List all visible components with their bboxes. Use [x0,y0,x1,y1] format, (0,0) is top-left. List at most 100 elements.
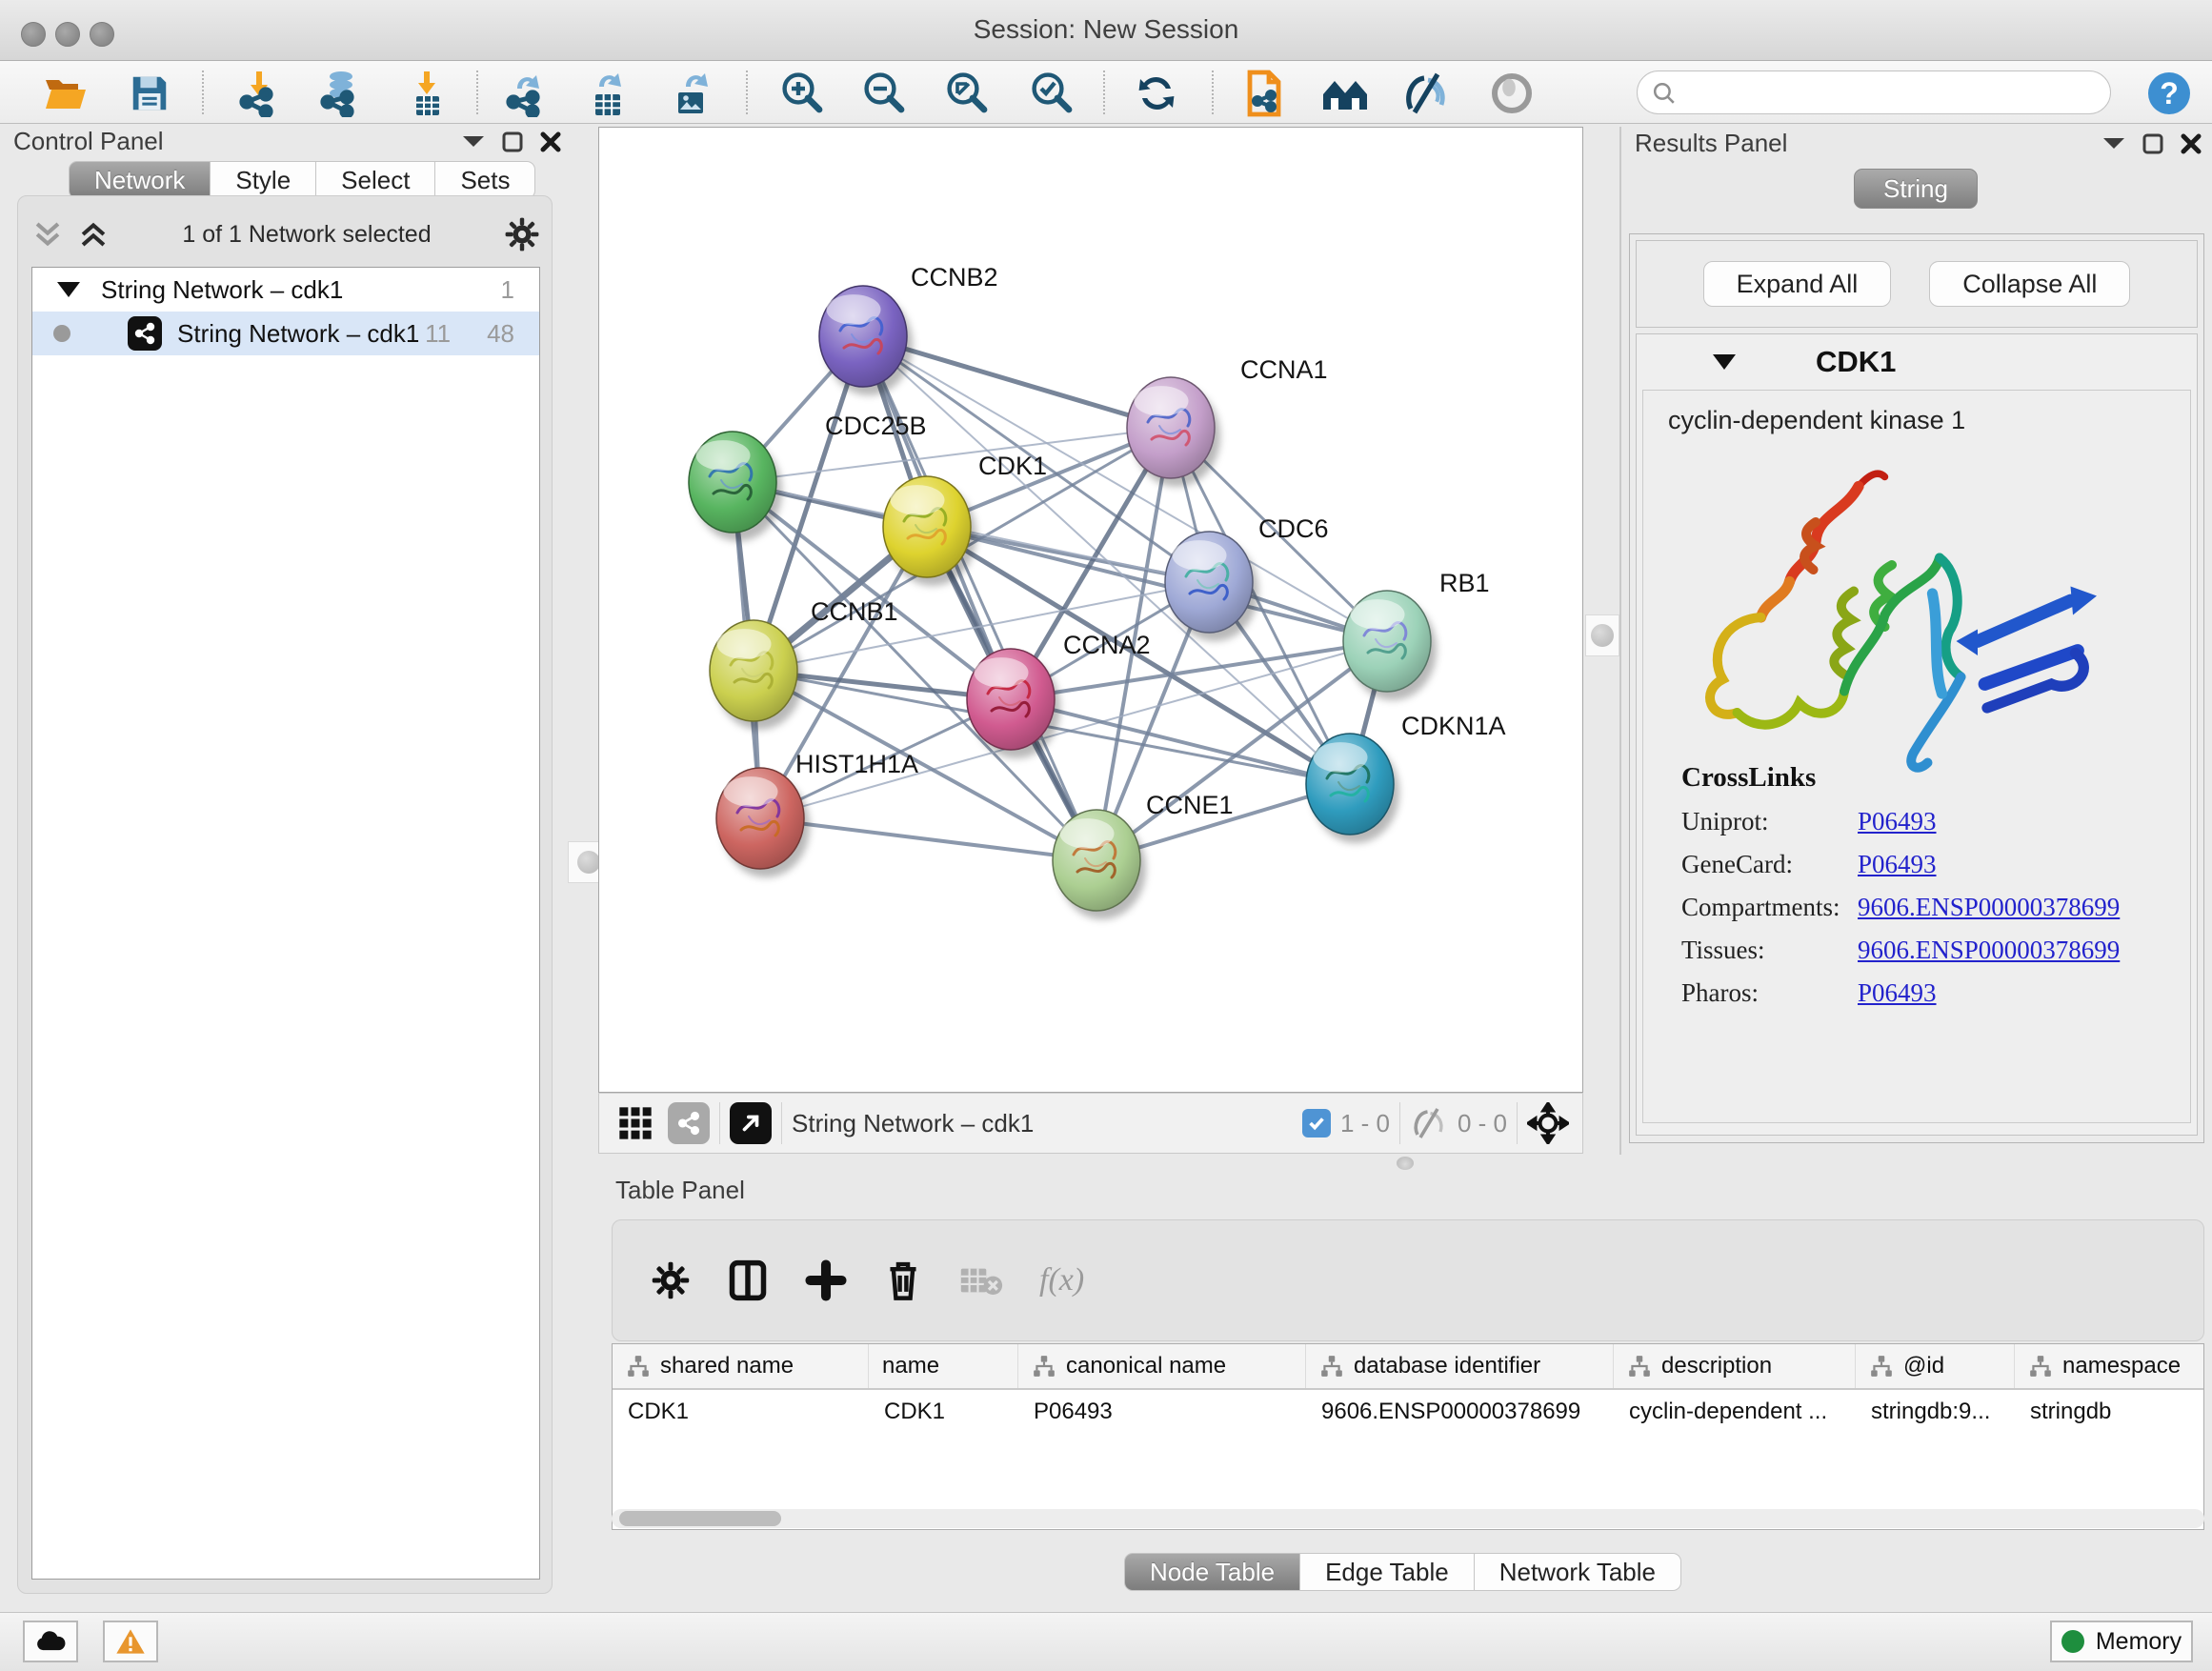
results-panel-splitter-handle[interactable] [1585,614,1619,656]
node-label-RB1: RB1 [1439,569,1490,597]
node-HIST1H1A[interactable] [716,768,810,877]
eye-slash-icon [1401,70,1451,116]
network-node-count: 11 [425,319,451,349]
export-image-button[interactable] [665,69,720,118]
tab-sets[interactable]: Sets [435,161,535,199]
tab-edge-table[interactable]: Edge Table [1300,1553,1475,1591]
network-collection-row[interactable]: String Network – cdk1 1 [32,268,539,312]
crosslink-link[interactable]: P06493 [1858,850,1937,879]
collapse-all-icon[interactable] [31,220,64,249]
tab-select[interactable]: Select [316,161,435,199]
homes-icon [1319,71,1371,115]
table-cell: CDK1 [613,1399,869,1425]
zoom-in-button[interactable] [774,69,829,118]
control-panel-tabs: NetworkStyleSelectSets [69,161,535,199]
column-header--id[interactable]: @id [1856,1344,2015,1388]
zoom-selected-button[interactable] [1023,69,1078,118]
cloud-status-button[interactable] [23,1621,78,1662]
expand-all-button[interactable]: Expand All [1703,261,1892,307]
tab-network-table[interactable]: Network Table [1475,1553,1681,1591]
selected-count: 1 - 0 [1340,1109,1390,1138]
node-CCNE1[interactable] [1053,810,1146,919]
network-view-title: String Network – cdk1 [792,1109,1034,1138]
node-CDC6[interactable] [1165,532,1258,641]
protein-section-expander-icon[interactable] [1713,354,1736,370]
export-table-button[interactable] [580,69,635,118]
collection-expander-icon[interactable] [57,282,80,297]
expand-all-icon[interactable] [77,220,110,249]
table-options-gear-icon[interactable] [651,1260,691,1300]
open-session-button[interactable] [38,69,93,118]
crosslink-link[interactable]: 9606.ENSP00000378699 [1858,893,2120,922]
float-panel-icon[interactable] [461,134,486,150]
network-graph[interactable]: CCNB2CCNA1CDC25BCDK1CDC6RB1CCNB1CCNA2CDK… [599,128,1582,1092]
control-panel-title: Control Panel [13,127,164,156]
network-tree: String Network – cdk1 1 String Network –… [31,267,540,1580]
node-CDK1[interactable] [883,476,976,586]
network-row[interactable]: String Network – cdk1 11 48 [32,312,539,355]
crosslink-row: Tissues:9606.ENSP00000378699 [1681,936,2120,965]
grid-view-icon[interactable] [616,1104,654,1142]
zoom-out-button[interactable] [855,69,911,118]
toolbar-separator [476,70,478,114]
open-session-from-cloud-button[interactable] [1236,69,1291,118]
network-canvas[interactable]: CCNB2CCNA1CDC25BCDK1CDC6RB1CCNB1CCNA2CDK… [598,127,1583,1093]
selected-count-checkbox[interactable] [1302,1109,1331,1137]
table-panel-splitter-handle[interactable] [1384,1155,1426,1172]
warnings-button[interactable] [103,1621,158,1662]
node-CCNA1[interactable] [1127,377,1220,487]
edge-RB1-HIST1H1A[interactable] [760,641,1387,818]
node-CCNB2[interactable] [819,286,913,395]
memory-button[interactable]: Memory [2050,1621,2193,1662]
network-type-view-icon[interactable] [668,1102,710,1144]
import-network-file-button[interactable] [231,69,287,118]
node-CDC25B[interactable] [689,432,782,541]
maximize-panel-icon[interactable] [501,131,524,153]
show-graphics-details-button[interactable] [1484,69,1539,118]
hide-graphics-details-button[interactable] [1398,69,1454,118]
node-label-CCNA1: CCNA1 [1240,355,1328,384]
crosslink-link[interactable]: P06493 [1858,978,1937,1008]
export-network-button[interactable] [498,69,553,118]
float-panel-icon[interactable] [2101,136,2126,151]
network-options-gear-icon[interactable] [504,216,540,252]
import-table-file-button[interactable] [399,69,454,118]
crosslink-link[interactable]: P06493 [1858,807,1937,836]
column-header-shared-name[interactable]: shared name [613,1344,869,1388]
tab-network[interactable]: Network [69,161,211,199]
import-network-database-button[interactable] [312,69,368,118]
column-header-name[interactable]: name [869,1344,1018,1388]
control-panel: Control Panel NetworkStyleSelectSets 1 o… [8,127,562,1602]
birds-eye-navigator-icon[interactable] [1527,1102,1569,1144]
crosslink-link[interactable]: 9606.ENSP00000378699 [1858,936,2120,965]
column-header-canonical-name[interactable]: canonical name [1018,1344,1306,1388]
close-panel-icon[interactable] [539,131,562,153]
delete-column-trash-icon[interactable] [883,1259,923,1301]
column-header-namespace[interactable]: namespace [2015,1344,2204,1388]
network-type-icon [128,316,162,351]
fit-content-button[interactable] [938,69,994,118]
tab-node-table[interactable]: Node Table [1124,1553,1300,1591]
collapse-all-button[interactable]: Collapse All [1929,261,2130,307]
maximize-panel-icon[interactable] [2142,132,2164,155]
show-columns-icon[interactable] [727,1259,769,1301]
node-table[interactable]: shared namenamecanonical namedatabase id… [612,1343,2204,1530]
search-input[interactable] [1637,70,2111,114]
close-panel-icon[interactable] [2180,132,2202,155]
column-header-description[interactable]: description [1614,1344,1856,1388]
table-row[interactable]: CDK1CDK1P064939606.ENSP00000378699cyclin… [613,1390,2203,1434]
home-button[interactable] [1317,69,1373,118]
column-header-database-identifier[interactable]: database identifier [1306,1344,1614,1388]
table-horizontal-scrollbar[interactable] [612,1509,2204,1528]
node-RB1[interactable] [1343,591,1437,700]
edge-HIST1H1A-CCNE1[interactable] [760,818,1096,860]
tab-string[interactable]: String [1854,169,1978,209]
node-CCNB1[interactable] [710,620,803,730]
save-session-button[interactable] [122,69,177,118]
node-CDKN1A[interactable] [1306,734,1399,843]
refresh-view-button[interactable] [1129,69,1184,118]
help-button[interactable]: ? [2142,69,2197,118]
add-column-icon[interactable] [805,1259,847,1301]
detach-view-icon[interactable] [730,1102,772,1144]
tab-style[interactable]: Style [211,161,316,199]
